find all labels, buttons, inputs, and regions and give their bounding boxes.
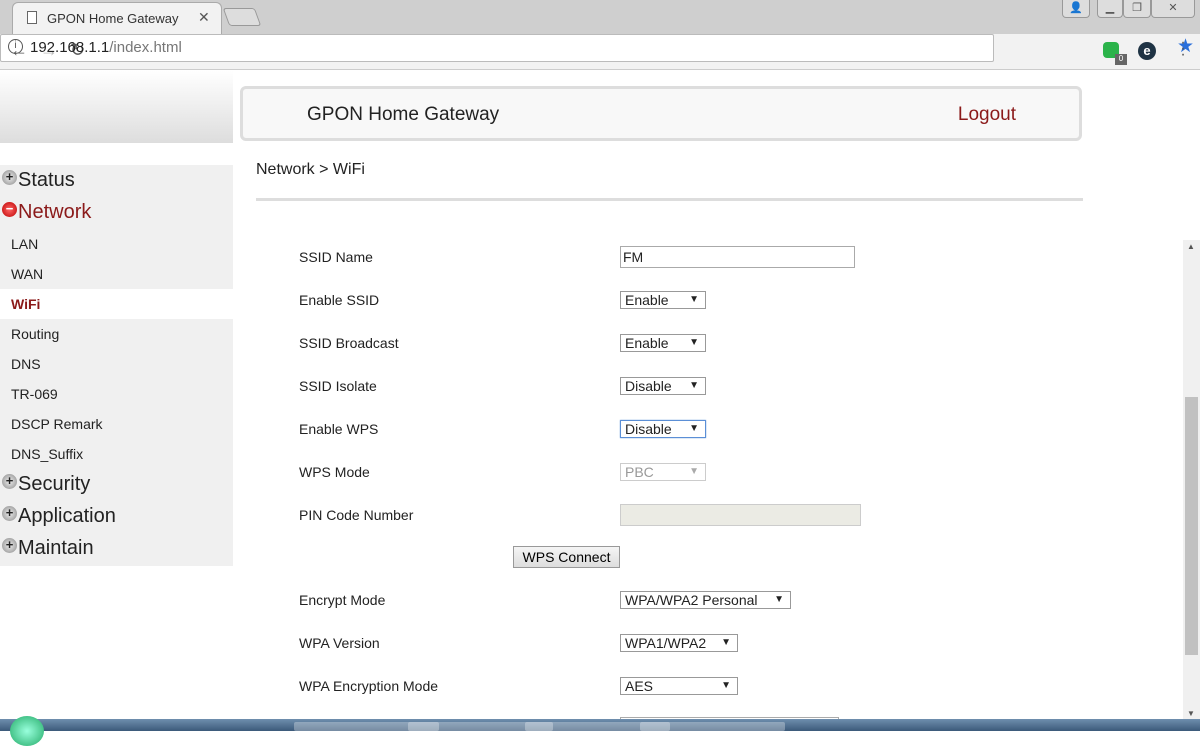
sidebar-group-label: Status (18, 169, 75, 191)
taskbar-item[interactable] (640, 722, 785, 731)
minimize-button[interactable]: ▁ (1097, 0, 1123, 18)
sidebar-item-wifi[interactable]: WiFi (0, 289, 233, 319)
close-tab-icon[interactable]: ✕ (198, 9, 210, 26)
url-host: 192.168.1.1 (30, 39, 110, 56)
extension-e-icon[interactable]: e (1138, 42, 1156, 60)
wps-connect-button[interactable]: WPS Connect (513, 546, 620, 568)
breadcrumb: Network > WiFi (256, 161, 365, 178)
profile-button[interactable]: 👤 (1062, 0, 1090, 18)
divider (256, 198, 1083, 201)
dropdown-arrow-icon: ▼ (689, 294, 699, 305)
sidebar-group-label: Application (18, 505, 116, 527)
url-path: /index.html (109, 39, 182, 56)
pin-code-label: PIN Code Number (299, 507, 414, 523)
dropdown-arrow-icon: ▼ (721, 680, 731, 691)
pin-code-input[interactable] (620, 504, 861, 526)
page-icon (27, 11, 37, 24)
collapse-icon: − (2, 202, 17, 217)
sidebar-group-security[interactable]: + Security (2, 473, 90, 496)
enable-wps-select[interactable]: Disable ▼ (620, 420, 706, 438)
address-bar[interactable]: i 192.168.1.1/index.html ★ (0, 34, 1194, 62)
ssid-name-label: SSID Name (299, 249, 373, 265)
browser-toolbar: ← → ↻ i 192.168.1.1/index.html ★ (0, 34, 1200, 70)
browser-tab[interactable]: GPON Home Gateway ✕ (12, 2, 222, 34)
select-value: Enable (625, 335, 669, 351)
select-value: PBC (625, 464, 654, 480)
select-value: Disable (625, 378, 672, 394)
ssid-isolate-label: SSID Isolate (299, 378, 377, 394)
sidebar-item-tr069[interactable]: TR-069 (0, 379, 233, 409)
sidebar-item-lan[interactable]: LAN (0, 229, 233, 259)
browser-menu-icon[interactable]: · · · (1178, 35, 1188, 63)
sidebar-item-dns-suffix[interactable]: DNS_Suffix (0, 439, 233, 469)
dropdown-arrow-icon: ▼ (774, 594, 784, 605)
logout-link[interactable]: Logout (958, 104, 1016, 126)
new-tab-button[interactable] (222, 8, 262, 26)
sidebar-logo-area (0, 71, 233, 143)
wpa-version-label: WPA Version (299, 635, 380, 651)
ssid-broadcast-select[interactable]: Enable ▼ (620, 334, 706, 352)
sidebar-item-dscp-remark[interactable]: DSCP Remark (0, 409, 233, 439)
expand-icon: + (2, 474, 17, 489)
scroll-up-icon[interactable]: ▲ (1187, 242, 1195, 251)
enable-ssid-label: Enable SSID (299, 292, 380, 308)
page-header: GPON Home Gateway Logout (240, 86, 1082, 141)
sidebar-group-maintain[interactable]: + Maintain (2, 537, 94, 560)
ssid-name-input[interactable]: FM (620, 246, 855, 268)
sidebar-group-label: Network (18, 201, 92, 223)
sidebar-group-status[interactable]: + Status (2, 169, 75, 192)
sidebar-group-label: Maintain (18, 537, 94, 559)
dropdown-arrow-icon: ▼ (721, 637, 731, 648)
wpa-encryption-select[interactable]: AES ▼ (620, 677, 738, 695)
expand-icon: + (2, 506, 17, 521)
sidebar: + Status − Network LAN WAN WiFi Routing DN… (0, 165, 233, 566)
dropdown-arrow-icon: ▼ (689, 466, 699, 477)
select-value: WPA1/WPA2 (625, 635, 707, 651)
wpa-version-select[interactable]: WPA1/WPA2 ▼ (620, 634, 738, 652)
ssid-isolate-select[interactable]: Disable ▼ (620, 377, 706, 395)
expand-icon: + (2, 538, 17, 553)
expand-icon: + (2, 170, 17, 185)
extension-badge: 0 (1115, 54, 1127, 65)
dropdown-arrow-icon: ▼ (689, 380, 699, 391)
sidebar-group-application[interactable]: + Application (2, 505, 116, 528)
dropdown-arrow-icon: ▼ (689, 337, 699, 348)
start-button[interactable] (10, 716, 44, 746)
wps-mode-select[interactable]: PBC ▼ (620, 463, 706, 481)
page-title: GPON Home Gateway (307, 104, 500, 125)
sidebar-item-routing[interactable]: Routing (0, 319, 233, 349)
enable-ssid-select[interactable]: Enable ▼ (620, 291, 706, 309)
scrollbar-thumb[interactable] (1185, 397, 1198, 655)
info-icon[interactable]: i (8, 39, 23, 54)
scroll-down-icon[interactable]: ▼ (1187, 709, 1195, 718)
sidebar-group-label: Security (18, 473, 91, 495)
select-value: WPA/WPA2 Personal (625, 592, 758, 608)
select-value: AES (625, 678, 654, 694)
sidebar-item-dns[interactable]: DNS (0, 349, 233, 379)
sidebar-item-wan[interactable]: WAN (0, 259, 233, 289)
close-window-button[interactable]: ✕ (1151, 0, 1195, 18)
select-value: Disable (625, 421, 672, 437)
restore-button[interactable]: ❐ (1123, 0, 1151, 18)
ssid-broadcast-label: SSID Broadcast (299, 335, 399, 351)
dropdown-arrow-icon: ▼ (689, 423, 699, 434)
encrypt-mode-label: Encrypt Mode (299, 592, 386, 608)
enable-wps-label: Enable WPS (299, 421, 379, 437)
encrypt-mode-select[interactable]: WPA/WPA2 Personal ▼ (620, 591, 791, 609)
wps-mode-label: WPS Mode (299, 464, 370, 480)
tab-title: GPON Home Gateway (47, 11, 179, 26)
wpa-encryption-label: WPA Encryption Mode (299, 678, 439, 694)
sidebar-group-network[interactable]: − Network (2, 201, 91, 224)
select-value: Enable (625, 292, 669, 308)
